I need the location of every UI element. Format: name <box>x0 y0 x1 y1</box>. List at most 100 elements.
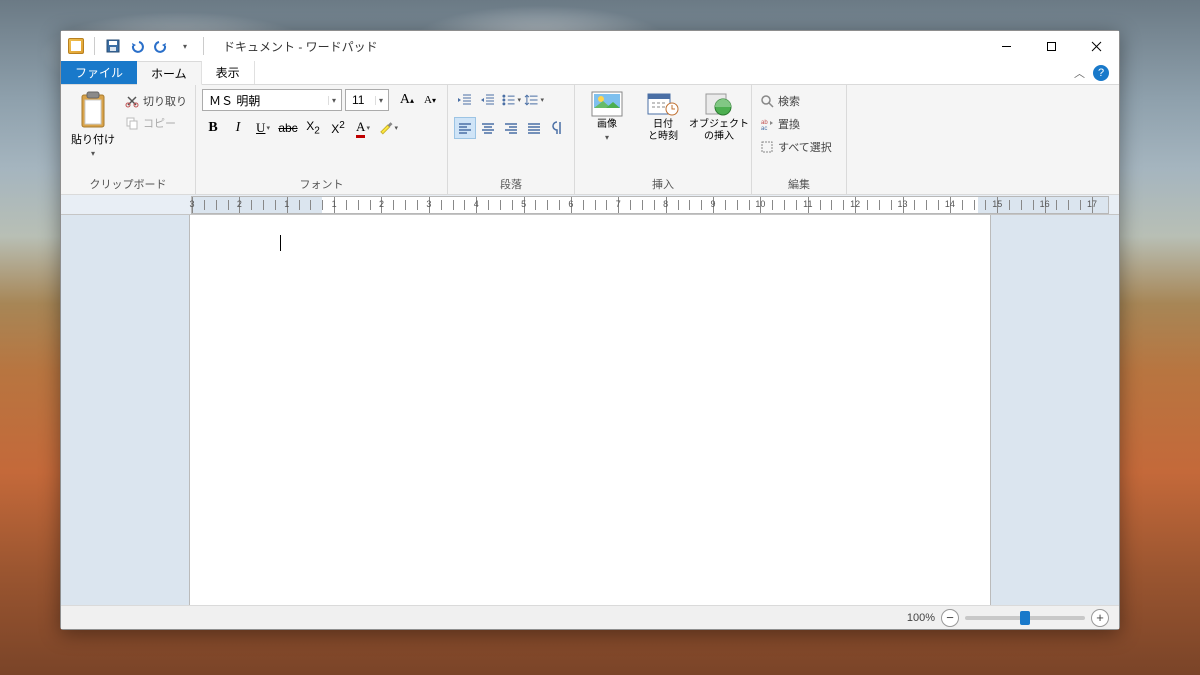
paragraph-dialog-icon[interactable] <box>546 117 568 139</box>
collapse-ribbon-icon[interactable]: ︿ <box>1074 65 1085 81</box>
font-color-icon[interactable]: A▾ <box>352 117 374 139</box>
find-label: 検索 <box>778 93 800 109</box>
dropdown-icon: ▾ <box>91 149 95 158</box>
document-workspace <box>61 215 1119 605</box>
ruler-tick-label: 1 <box>284 199 289 209</box>
save-icon[interactable] <box>104 37 122 55</box>
ruler-tick-label: 4 <box>474 199 479 209</box>
ruler-tick-label: 17 <box>1087 199 1097 209</box>
ruler-tick-label: 15 <box>992 199 1002 209</box>
qat-separator <box>203 37 204 55</box>
italic-icon[interactable]: I <box>227 117 249 139</box>
find-button[interactable]: 検索 <box>758 91 834 111</box>
tab-home[interactable]: ホーム <box>137 61 202 85</box>
paste-button[interactable]: 貼り付け ▾ <box>67 89 119 160</box>
help-icon[interactable]: ? <box>1093 65 1109 81</box>
zoom-slider[interactable] <box>965 616 1085 620</box>
title-bar: ▾ ドキュメント - ワードパッド <box>61 31 1119 61</box>
tab-view[interactable]: 表示 <box>202 61 255 84</box>
redo-icon[interactable] <box>152 37 170 55</box>
ruler-tick-label: 12 <box>850 199 860 209</box>
ruler-tick-label: 9 <box>711 199 716 209</box>
ruler-tick-label: 10 <box>755 199 765 209</box>
group-edit: 検索 abac 置換 すべて選択 編集 <box>752 85 847 194</box>
zoom-slider-thumb[interactable] <box>1020 611 1030 625</box>
status-bar: 100% − + <box>61 605 1119 629</box>
group-label-paragraph: 段落 <box>454 174 568 192</box>
group-clipboard: 貼り付け ▾ 切り取り コピー クリップボード <box>61 85 196 194</box>
ruler-tick-label: 3 <box>189 199 194 209</box>
ruler-tick-label: 8 <box>663 199 668 209</box>
highlight-icon[interactable]: ▾ <box>377 117 399 139</box>
tab-file[interactable]: ファイル <box>61 61 137 84</box>
maximize-button[interactable] <box>1029 31 1074 61</box>
paste-label: 貼り付け <box>71 131 115 147</box>
ruler-tick-label: 13 <box>898 199 908 209</box>
undo-icon[interactable] <box>128 37 146 55</box>
picture-label: 画像 <box>597 119 617 131</box>
qat-customize-icon[interactable]: ▾ <box>176 37 194 55</box>
zoom-in-button[interactable]: + <box>1091 609 1109 627</box>
replace-label: 置換 <box>778 116 800 132</box>
increase-indent-icon[interactable] <box>477 89 499 111</box>
underline-icon[interactable]: U▾ <box>252 117 274 139</box>
group-label-font: フォント <box>202 174 441 192</box>
wordpad-window: ▾ ドキュメント - ワードパッド ファイル ホーム 表示 ︿ ? 貼り付け ▾ <box>60 30 1120 630</box>
insert-datetime-button[interactable]: 日付 と時刻 <box>637 89 689 145</box>
font-size-combo[interactable]: 11 ▾ <box>345 89 389 111</box>
select-all-button[interactable]: すべて選択 <box>758 137 834 157</box>
grow-font-icon[interactable]: A▴ <box>396 89 418 111</box>
align-right-icon[interactable] <box>500 117 522 139</box>
line-spacing-icon[interactable]: ▾ <box>523 89 545 111</box>
bullet-list-icon[interactable]: ▾ <box>500 89 522 111</box>
horizontal-ruler[interactable]: 3211234567891011121314151617 <box>191 196 1109 214</box>
app-icon[interactable] <box>67 37 85 55</box>
shrink-font-icon[interactable]: A▾ <box>419 89 441 111</box>
align-center-icon[interactable] <box>477 117 499 139</box>
dropdown-icon: ▾ <box>605 133 609 142</box>
ruler-tick-label: 2 <box>379 199 384 209</box>
superscript-icon[interactable]: X2 <box>327 117 349 139</box>
align-justify-icon[interactable] <box>523 117 545 139</box>
ruler-tick-label: 5 <box>521 199 526 209</box>
datetime-label: 日付 と時刻 <box>648 119 678 143</box>
align-left-icon[interactable] <box>454 117 476 139</box>
font-size-value: 11 <box>352 93 364 107</box>
document-page[interactable] <box>190 215 990 605</box>
group-font: ＭＳ 明朝 ▾ 11 ▾ A▴ A▾ B <box>196 85 448 194</box>
insert-picture-button[interactable]: 画像 ▾ <box>581 89 633 144</box>
strikethrough-icon[interactable]: abc <box>277 117 299 139</box>
ribbon: 貼り付け ▾ 切り取り コピー クリップボード <box>61 85 1119 195</box>
group-paragraph: ▾ ▾ 段落 <box>448 85 575 194</box>
cut-button[interactable]: 切り取り <box>123 91 189 111</box>
ruler-tick-label: 2 <box>237 199 242 209</box>
object-label: オブジェクト の挿入 <box>689 119 749 143</box>
text-cursor <box>280 235 281 251</box>
cut-label: 切り取り <box>143 93 187 109</box>
window-controls <box>984 31 1119 61</box>
group-label-edit: 編集 <box>758 174 840 192</box>
ruler-tick-label: 6 <box>568 199 573 209</box>
ruler-tick-label: 3 <box>426 199 431 209</box>
group-insert: 画像 ▾ 日付 と時刻 オブジェクト の挿入 挿入 <box>575 85 752 194</box>
replace-button[interactable]: abac 置換 <box>758 114 834 134</box>
copy-button[interactable]: コピー <box>123 113 189 133</box>
qat-separator <box>94 37 95 55</box>
subscript-icon[interactable]: X2 <box>302 117 324 139</box>
ruler-tick-label: 11 <box>803 199 812 209</box>
ribbon-tabs: ファイル ホーム 表示 ︿ ? <box>61 61 1119 85</box>
close-button[interactable] <box>1074 31 1119 61</box>
svg-text:ac: ac <box>761 126 767 131</box>
decrease-indent-icon[interactable] <box>454 89 476 111</box>
dropdown-icon: ▾ <box>328 96 339 105</box>
zoom-out-button[interactable]: − <box>941 609 959 627</box>
ruler-tick-label: 14 <box>945 199 955 209</box>
dropdown-icon: ▾ <box>375 96 386 105</box>
bold-icon[interactable]: B <box>202 117 224 139</box>
insert-object-button[interactable]: オブジェクト の挿入 <box>693 89 745 145</box>
ruler-area: 3211234567891011121314151617 <box>61 195 1119 215</box>
minimize-button[interactable] <box>984 31 1029 61</box>
font-name-combo[interactable]: ＭＳ 明朝 ▾ <box>202 89 342 111</box>
quick-access-toolbar: ▾ <box>61 37 213 55</box>
ruler-tick-label: 7 <box>616 199 621 209</box>
